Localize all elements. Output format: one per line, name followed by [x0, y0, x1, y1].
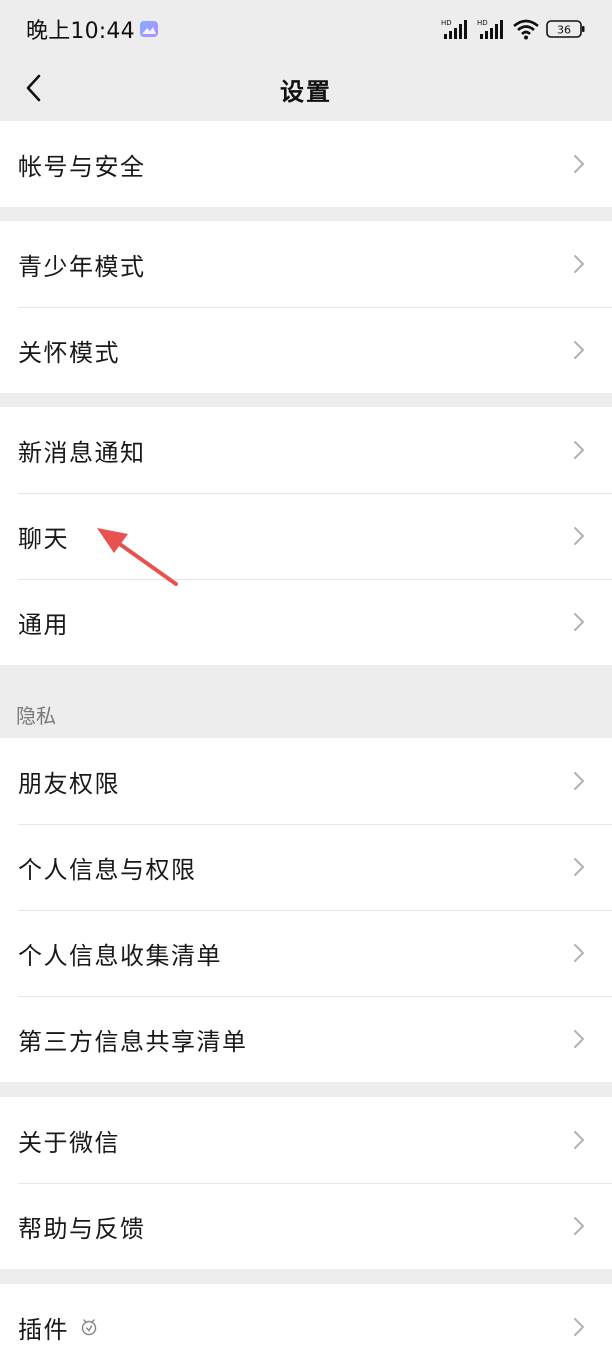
settings-item-plugins[interactable]: 插件	[0, 1284, 612, 1353]
settings-item-label: 关怀模式	[18, 338, 120, 367]
settings-group-account: 帐号与安全	[0, 121, 612, 207]
chevron-right-icon	[574, 613, 584, 631]
settings-item-label: 新消息通知	[18, 438, 146, 467]
settings-item-general[interactable]: 通用	[0, 579, 612, 665]
settings-item-friend-permissions[interactable]: 朋友权限	[0, 738, 612, 824]
settings-item-help-feedback[interactable]: 帮助与反馈	[0, 1183, 612, 1269]
wifi-icon	[512, 18, 540, 40]
settings-item-label: 插件	[18, 1315, 69, 1344]
settings-item-personal-info-collection-list[interactable]: 个人信息收集清单	[0, 910, 612, 996]
chevron-right-icon	[574, 155, 584, 173]
hd-badge-2: HD	[477, 19, 488, 27]
gallery-notification-icon	[139, 19, 159, 39]
settings-item-label: 青少年模式	[18, 252, 146, 281]
settings-item-label: 第三方信息共享清单	[18, 1027, 248, 1056]
chevron-right-icon	[574, 772, 584, 790]
settings-item-label: 关于微信	[18, 1128, 120, 1157]
status-icons: HD HD 36	[440, 18, 586, 40]
settings-item-label: 帮助与反馈	[18, 1214, 146, 1243]
chevron-right-icon	[574, 527, 584, 545]
settings-item-label: 朋友权限	[18, 769, 120, 798]
settings-item-third-party-sharing-list[interactable]: 第三方信息共享清单	[0, 996, 612, 1082]
settings-item-care-mode[interactable]: 关怀模式	[0, 307, 612, 393]
settings-screen: 晚上10:44 HD HD 36 设置 帐号与安全 青少年模式 关怀模式 新消息…	[0, 0, 612, 1353]
hd-badge: HD	[441, 19, 452, 27]
chevron-right-icon	[574, 858, 584, 876]
settings-item-label: 聊天	[18, 524, 69, 553]
chevron-right-icon	[574, 441, 584, 459]
settings-item-label: 个人信息收集清单	[18, 941, 222, 970]
settings-item-label: 个人信息与权限	[18, 855, 197, 884]
settings-item-new-message-notifications[interactable]: 新消息通知	[0, 407, 612, 493]
settings-group-privacy: 朋友权限 个人信息与权限 个人信息收集清单 第三方信息共享清单	[0, 738, 612, 1082]
chevron-right-icon	[574, 341, 584, 359]
back-button[interactable]	[12, 66, 56, 110]
chevron-right-icon	[574, 255, 584, 273]
chevron-right-icon	[574, 1030, 584, 1048]
plugin-icon	[79, 1317, 99, 1337]
settings-item-teen-mode[interactable]: 青少年模式	[0, 221, 612, 307]
settings-item-label: 通用	[18, 610, 69, 639]
chevron-right-icon	[574, 944, 584, 962]
status-time: 晚上10:44	[26, 19, 135, 44]
settings-group-general: 新消息通知 聊天 通用	[0, 407, 612, 665]
chevron-right-icon	[574, 1131, 584, 1149]
settings-group-about: 关于微信 帮助与反馈	[0, 1097, 612, 1269]
battery-level: 36	[557, 24, 571, 37]
settings-item-account-security[interactable]: 帐号与安全	[0, 121, 612, 207]
settings-item-personal-info-permissions[interactable]: 个人信息与权限	[0, 824, 612, 910]
settings-item-label: 帐号与安全	[18, 152, 146, 181]
status-bar: 晚上10:44 HD HD 36	[0, 0, 612, 58]
settings-group-modes: 青少年模式 关怀模式	[0, 221, 612, 393]
battery-icon: 36	[546, 18, 586, 40]
signal-icon: HD	[440, 18, 470, 40]
settings-item-chat[interactable]: 聊天	[0, 493, 612, 579]
signal-icon-2: HD	[476, 18, 506, 40]
nav-bar: 设置	[0, 58, 612, 120]
chevron-right-icon	[574, 1217, 584, 1235]
settings-item-about-wechat[interactable]: 关于微信	[0, 1097, 612, 1183]
page-title: 设置	[280, 77, 332, 106]
chevron-left-icon	[26, 74, 41, 102]
chevron-right-icon	[574, 1318, 584, 1336]
settings-group-plugins: 插件	[0, 1284, 612, 1353]
section-label-privacy: 隐私	[16, 704, 56, 728]
